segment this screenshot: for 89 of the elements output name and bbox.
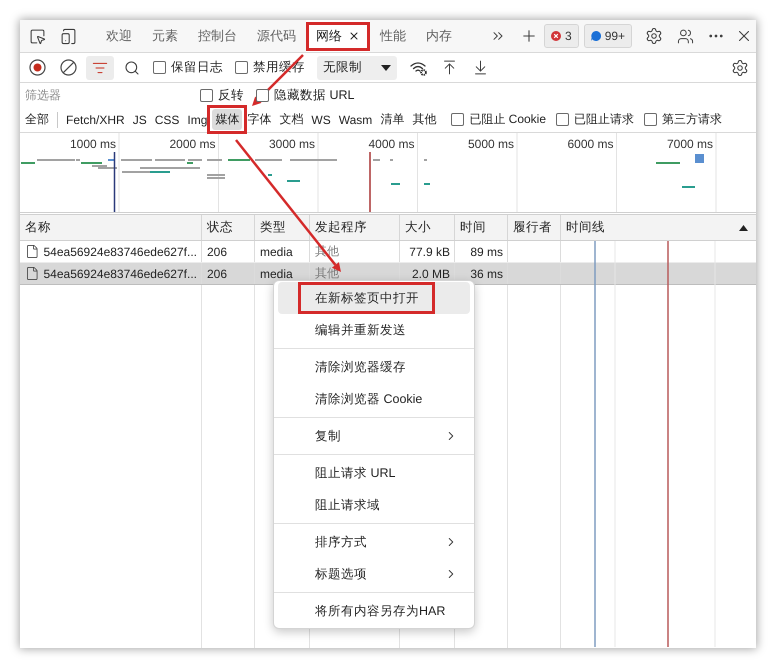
type-filter[interactable]: 媒体 — [212, 109, 242, 130]
error-badge[interactable]: 3 — [544, 24, 579, 48]
type-filter[interactable]: 字体 — [244, 109, 274, 130]
throttling-dropdown[interactable]: 无限制 — [317, 56, 397, 80]
filter-button[interactable] — [86, 56, 114, 80]
device-icon[interactable] — [60, 28, 77, 44]
inspect-icon[interactable] — [29, 28, 46, 44]
caret-icon — [381, 64, 391, 70]
axis-tick-label: 6000 ms — [567, 137, 614, 151]
checkbox[interactable] — [153, 61, 166, 74]
table-cell: 77.9 kB — [400, 241, 455, 262]
tab[interactable]: 源代码 — [247, 20, 306, 52]
column-header[interactable]: 履行者 — [508, 215, 561, 240]
checkbox-label: 已阻止请求 — [574, 111, 634, 128]
column-header[interactable]: 类型 — [255, 215, 310, 240]
menu-item[interactable]: 清除浏览器缓存 — [278, 351, 470, 383]
marker-line — [369, 152, 371, 212]
checkbox-label: 隐藏数据 URL — [274, 86, 354, 104]
column-header[interactable]: 大小 — [400, 215, 455, 240]
table-cell: media — [255, 241, 310, 262]
menu-item[interactable]: 复制 — [278, 420, 470, 452]
menu-item[interactable]: 在新标签页中打开 — [278, 282, 470, 314]
request-bar — [695, 154, 704, 163]
column-header[interactable]: 时间线 — [561, 215, 756, 240]
column-header[interactable]: 时间 — [455, 215, 508, 240]
checkbox[interactable] — [644, 113, 657, 126]
menu-item[interactable]: 清除浏览器 Cookie — [278, 383, 470, 415]
checkbox-label: 保留日志 — [171, 59, 223, 76]
tab[interactable]: 性能 — [370, 20, 416, 52]
menu-item[interactable]: 阻止请求域 — [278, 489, 470, 521]
file-icon — [25, 244, 40, 259]
file-icon — [25, 266, 40, 281]
table-cell: 206 — [202, 263, 255, 284]
checkbox[interactable] — [200, 88, 213, 102]
type-filter[interactable]: 清单 — [377, 109, 408, 130]
menu-item[interactable]: 编辑并重新发送 — [278, 314, 470, 346]
file-name: 54ea56924e83746ede627f... — [44, 244, 197, 258]
checkbox-label: 反转 — [218, 86, 244, 104]
people-icon[interactable] — [677, 28, 694, 44]
type-filter[interactable]: CSS — [152, 110, 182, 128]
checkbox[interactable] — [556, 113, 569, 126]
axis-tick-label: 3000 ms — [268, 137, 315, 151]
clear-icon[interactable] — [60, 59, 77, 76]
checkbox[interactable] — [256, 88, 269, 102]
checkbox-label: 第三方请求 — [662, 111, 722, 128]
type-filter[interactable]: WS — [308, 110, 334, 128]
column-header[interactable]: 名称 — [20, 215, 202, 240]
sort-ascending-icon — [739, 224, 748, 230]
message-badge[interactable]: 99+ — [584, 24, 632, 48]
tab[interactable]: 欢迎 — [96, 20, 142, 52]
type-filter[interactable]: Fetch/XHR — [63, 110, 128, 128]
type-filter[interactable]: Img — [184, 110, 210, 128]
axis-tick-label: 1000 ms — [70, 137, 116, 151]
table-cell: 206 — [202, 241, 255, 262]
type-filter[interactable]: 其他 — [409, 109, 440, 130]
wifi-gear-icon[interactable] — [410, 60, 428, 76]
menu-item[interactable]: 排序方式 — [278, 526, 470, 558]
marker-line — [114, 152, 116, 212]
table-cell: 89 ms — [455, 241, 508, 262]
checkbox[interactable] — [235, 61, 248, 74]
type-filter[interactable]: JS — [130, 110, 150, 128]
tab[interactable]: 控制台 — [188, 20, 247, 52]
upload-icon[interactable] — [441, 59, 458, 76]
message-icon — [590, 31, 601, 41]
column-header[interactable]: 发起程序 — [310, 215, 400, 240]
type-filter[interactable]: Wasm — [336, 110, 376, 128]
type-filter[interactable]: 全部 — [22, 109, 52, 130]
settings-icon[interactable] — [644, 27, 663, 45]
file-name: 54ea56924e83746ede627f... — [44, 266, 197, 280]
column-header[interactable]: 状态 — [202, 215, 255, 240]
axis-tick-label: 2000 ms — [169, 137, 216, 151]
menu-item[interactable]: 标题选项 — [278, 558, 470, 590]
axis-tick-label: 4000 ms — [368, 137, 414, 151]
record-icon[interactable] — [29, 59, 46, 76]
checkbox[interactable] — [451, 113, 464, 126]
download-icon[interactable] — [472, 59, 489, 76]
type-filter[interactable]: 文档 — [276, 109, 306, 130]
axis-tick-label: 5000 ms — [468, 137, 514, 151]
settings-icon[interactable] — [731, 58, 749, 76]
search-icon[interactable] — [124, 60, 140, 76]
menu-item[interactable]: 将所有内容另存为HAR — [278, 595, 470, 627]
tab[interactable]: 内存 — [416, 20, 462, 52]
close-icon[interactable] — [348, 30, 360, 42]
axis-tick-label: 7000 ms — [666, 137, 713, 151]
table-row[interactable]: 54ea56924e83746ede627f... 206 media 其他 2.0 MB 36 ms — [20, 263, 756, 285]
menu-item[interactable]: 阻止请求 URL — [278, 457, 470, 489]
error-icon — [551, 31, 561, 41]
tab[interactable]: 元素 — [142, 20, 188, 52]
checkbox-label: 已阻止 Cookie — [469, 111, 546, 128]
